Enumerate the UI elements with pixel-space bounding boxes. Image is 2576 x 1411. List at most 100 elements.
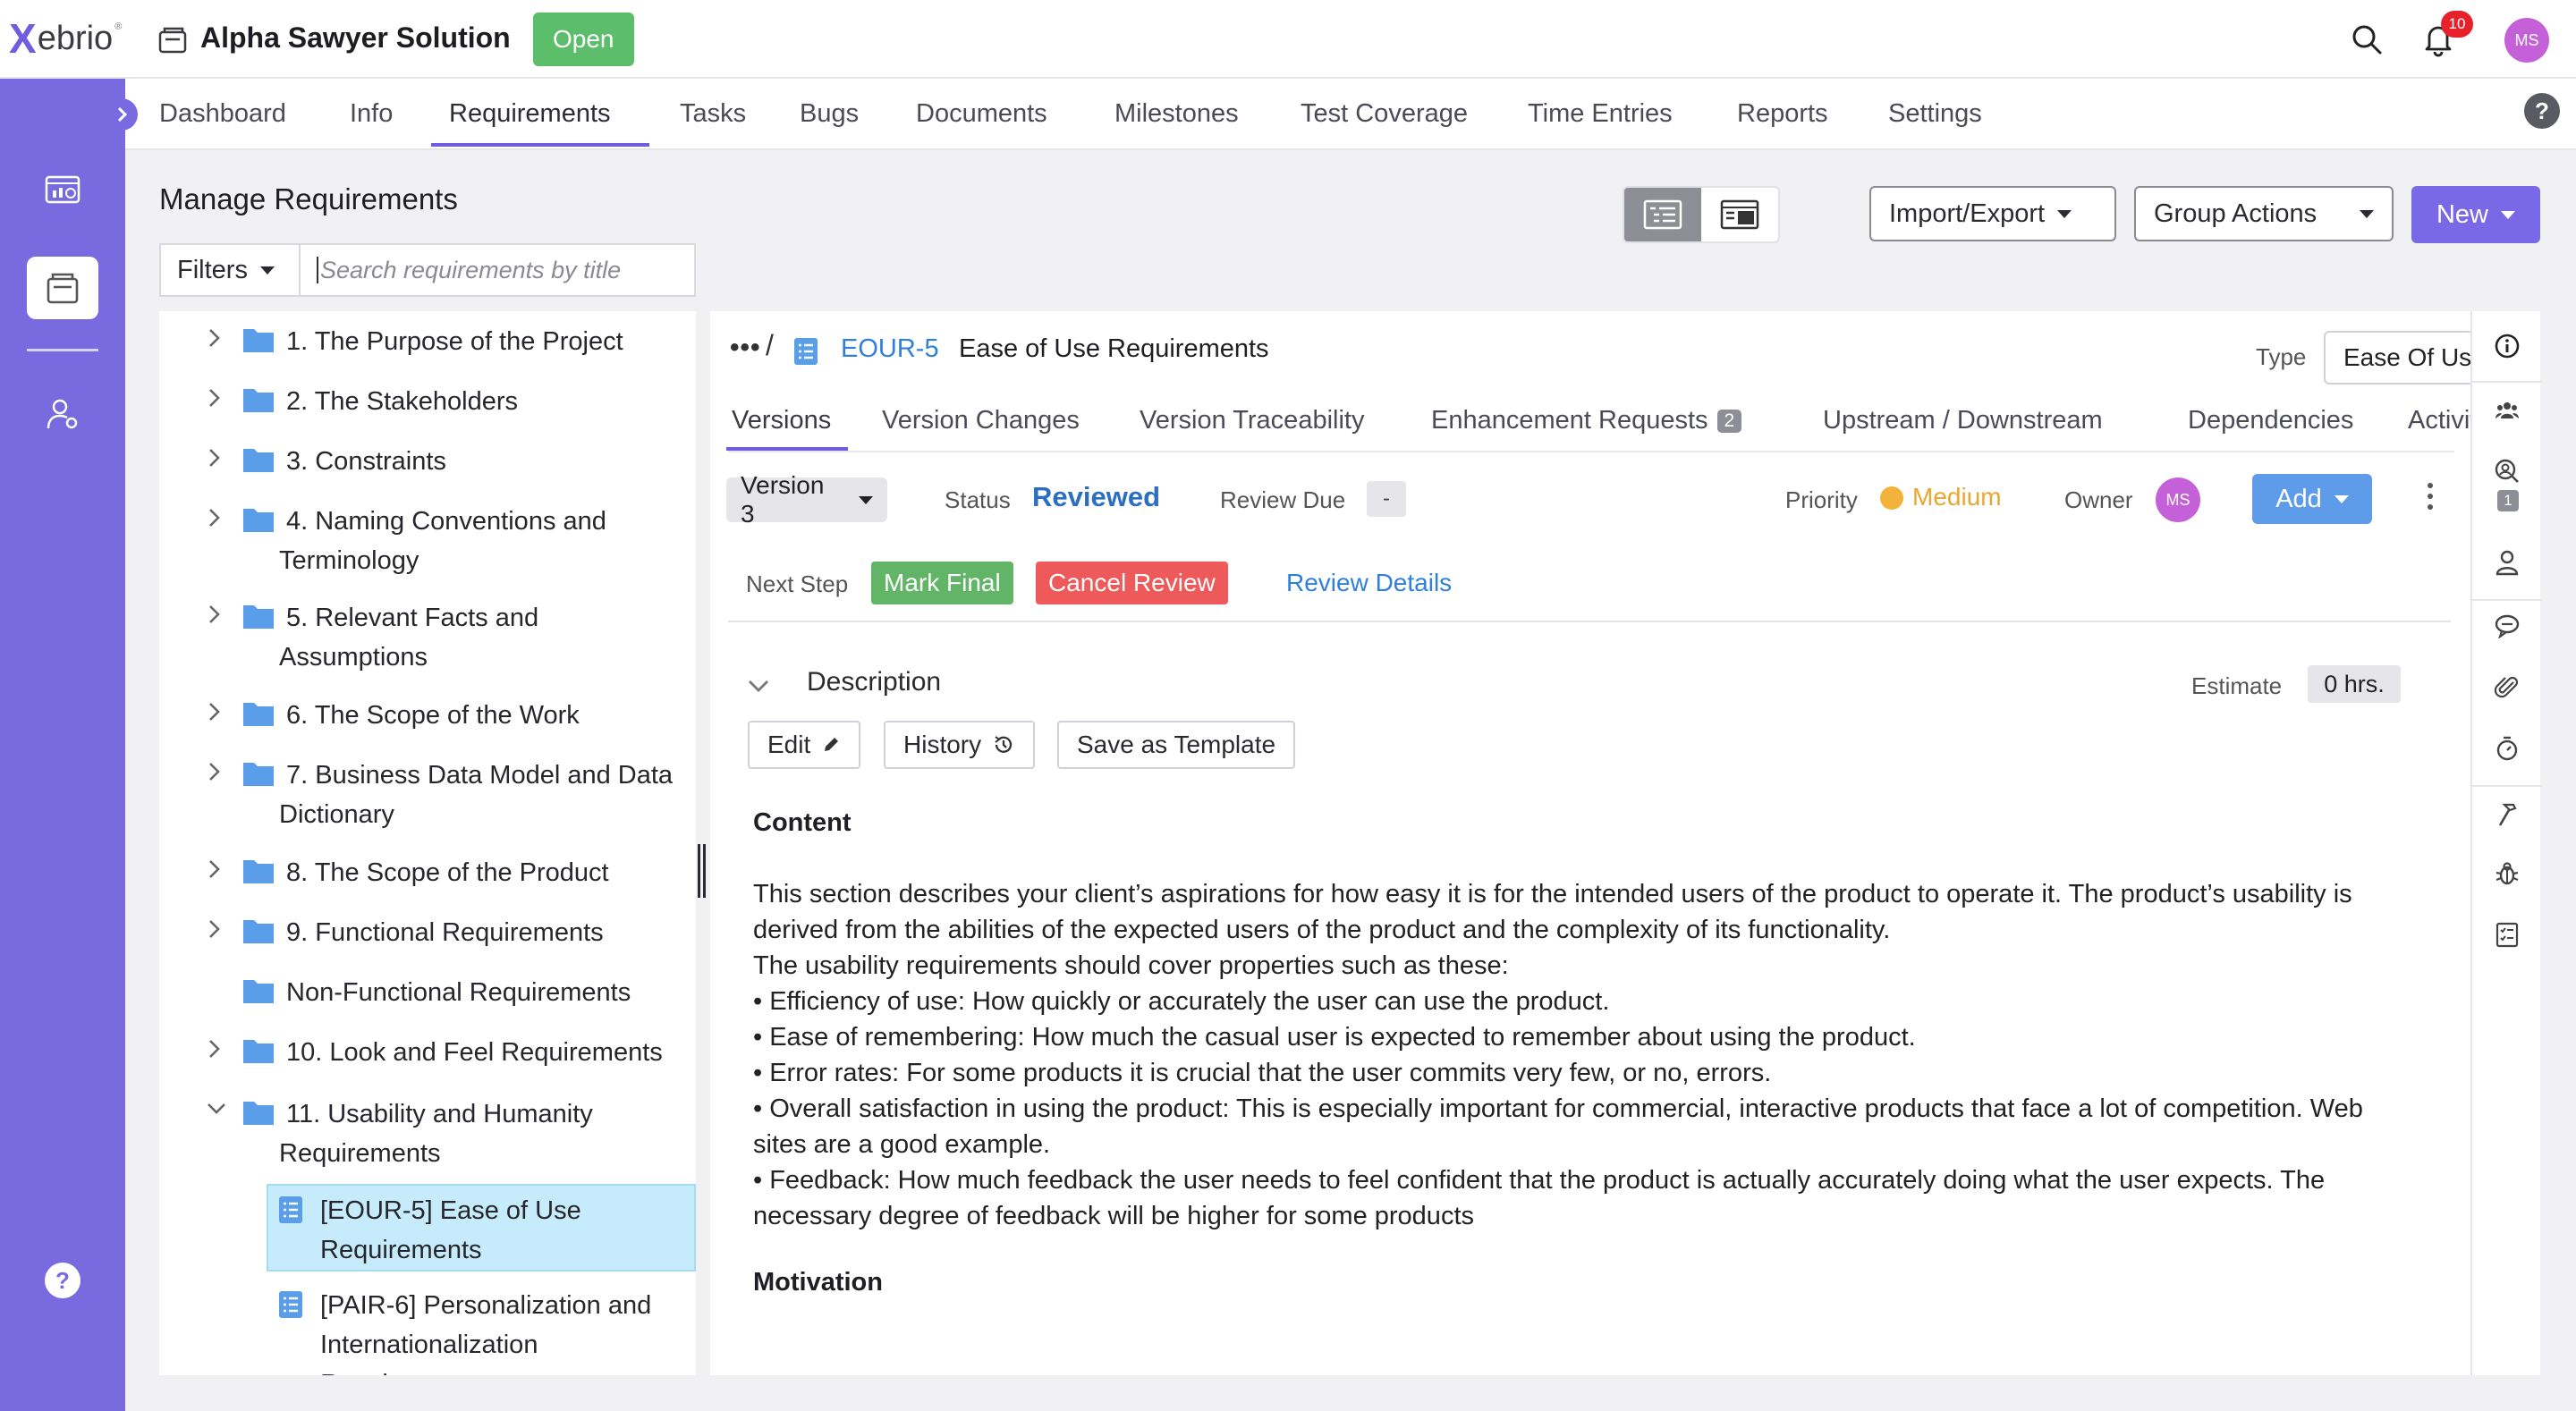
tab-enhancement-requests[interactable]: Enhancement Requests 2 (1431, 406, 1742, 435)
active-tab-indicator (431, 143, 649, 147)
tree-item[interactable]: 8. The Scope of the Product (159, 848, 696, 898)
history-button[interactable]: History (884, 721, 1036, 769)
tab-dashboard[interactable]: Dashboard (159, 79, 286, 148)
tree-item[interactable]: 4. Naming Conventions and Terminology (159, 496, 696, 584)
search-input[interactable]: Search requirements by title (299, 243, 696, 297)
project-status-badge[interactable]: Open (533, 13, 634, 66)
dashboard-icon (45, 175, 80, 204)
cancel-review-button[interactable]: Cancel Review (1036, 562, 1228, 604)
tree-item[interactable]: Non-Functional Requirements (159, 967, 696, 1018)
rail-users-item[interactable] (27, 383, 98, 445)
rail-projects-item[interactable] (27, 257, 98, 319)
tree-item[interactable]: 1. The Purpose of the Project (159, 317, 696, 367)
project-title: Alpha Sawyer Solution (200, 21, 511, 54)
tree-item-label: Terminology (279, 546, 419, 575)
chevron-right-icon (209, 920, 220, 938)
tree-view-button[interactable] (1624, 188, 1701, 241)
tab-upstream-downstream[interactable]: Upstream / Downstream (1823, 406, 2103, 435)
chevron-down-icon[interactable] (746, 678, 771, 694)
tree-item-label: 11. Usability and Humanity (286, 1100, 593, 1128)
folder-icon (243, 509, 274, 532)
tab-version-traceability[interactable]: Version Traceability (1140, 406, 1364, 435)
content-body: This section describes your client’s asp… (753, 876, 2381, 1234)
hammer-icon[interactable] (2472, 801, 2542, 828)
user-avatar[interactable]: MS (2504, 18, 2549, 63)
test-case-icon[interactable] (2472, 921, 2542, 948)
review-details-link[interactable]: Review Details (1286, 569, 1452, 597)
tree-item[interactable]: 7. Business Data Model and Data Dictiona… (159, 750, 696, 838)
version-value: Version 3 (741, 471, 825, 528)
history-icon (995, 736, 1013, 753)
tab-milestones[interactable]: Milestones (1114, 79, 1239, 148)
chevron-right-icon (209, 703, 220, 721)
tree-item[interactable]: 3. Constraints (159, 436, 696, 486)
tab-time-entries[interactable]: Time Entries (1528, 79, 1673, 148)
new-button[interactable]: New (2411, 186, 2540, 243)
timer-icon[interactable] (2472, 735, 2542, 762)
save-as-template-button[interactable]: Save as Template (1057, 721, 1296, 769)
reviewer-icon[interactable] (2472, 458, 2542, 485)
group-actions-button[interactable]: Group Actions (2134, 186, 2394, 241)
tree-item-expanded[interactable]: 11. Usability and Humanity Requirements (159, 1089, 696, 1177)
more-options-icon[interactable] (2428, 483, 2433, 510)
tab-tasks[interactable]: Tasks (680, 79, 746, 148)
tab-info[interactable]: Info (350, 79, 393, 148)
panel-resize-handle[interactable] (698, 844, 708, 898)
version-select[interactable]: Version 3 (726, 471, 887, 528)
tab-documents[interactable]: Documents (916, 79, 1047, 148)
split-view-button[interactable] (1701, 188, 1778, 241)
breadcrumb-more[interactable]: ••• (730, 333, 761, 363)
page-help-icon[interactable]: ? (2524, 93, 2560, 129)
tree-item-label: 7. Business Data Model and Data (286, 761, 674, 790)
comments-icon[interactable] (2472, 613, 2542, 638)
add-button[interactable]: Add (2252, 474, 2372, 524)
app-logo[interactable]: X ebrio ® (9, 15, 122, 62)
search-icon[interactable] (2351, 23, 2383, 55)
info-icon[interactable] (2472, 333, 2542, 359)
attachment-icon[interactable] (2472, 674, 2542, 701)
user-icon[interactable] (2472, 549, 2542, 576)
tab-dependencies[interactable]: Dependencies (2188, 406, 2353, 435)
content-bullet: • Feedback: How much feedback the user n… (753, 1166, 2326, 1230)
tree-item-label: 1. The Purpose of the Project (286, 327, 623, 356)
tree-item[interactable]: 10. Look and Feel Requirements (159, 1027, 696, 1077)
caret-down-icon (859, 495, 873, 504)
help-icon[interactable]: ? (45, 1263, 80, 1298)
folder-icon (243, 1102, 274, 1125)
import-export-label: Import/Export (1889, 199, 2046, 228)
tab-bugs[interactable]: Bugs (800, 79, 859, 148)
tab-test-coverage[interactable]: Test Coverage (1301, 79, 1468, 148)
folder-icon (243, 980, 274, 1003)
import-export-button[interactable]: Import/Export (1869, 186, 2116, 241)
tab-versions[interactable]: Versions (732, 406, 831, 435)
requirement-code[interactable]: EOUR-5 (841, 334, 939, 364)
rail-dashboard-item[interactable] (27, 159, 98, 222)
mark-final-button[interactable]: Mark Final (871, 562, 1013, 604)
tree-item-label: 3. Constraints (286, 447, 446, 476)
priority-value[interactable]: Medium (1912, 483, 2002, 511)
active-subtab-indicator (726, 447, 848, 451)
filters-dropdown[interactable]: Filters (159, 243, 299, 297)
tree-requirement-selected[interactable]: [EOUR-5] Ease of Use Requirements (267, 1184, 696, 1272)
rail-dashboard[interactable] (27, 79, 98, 141)
tab-requirements[interactable]: Requirements (449, 79, 611, 148)
top-header: X ebrio ® Alpha Sawyer Solution Open 10 … (0, 0, 2576, 79)
chevron-right-icon (117, 106, 128, 123)
tab-version-changes[interactable]: Version Changes (882, 406, 1080, 435)
tree-item[interactable]: 5. Relevant Facts and Assumptions (159, 593, 696, 680)
tab-reports[interactable]: Reports (1737, 79, 1828, 148)
tree-item[interactable]: 6. The Scope of the Work (159, 690, 696, 740)
tree-requirement[interactable]: [PAIR-6] Personalization and Internation… (267, 1280, 696, 1375)
tab-settings[interactable]: Settings (1888, 79, 1982, 148)
review-due-value[interactable]: - (1367, 481, 1406, 517)
rail-expand-toggle[interactable] (106, 98, 138, 131)
type-value: Ease Of Use (2343, 343, 2486, 371)
team-icon[interactable] (2472, 399, 2542, 422)
tree-item[interactable]: 9. Functional Requirements (159, 908, 696, 958)
tabs-divider (728, 451, 2454, 452)
tree-item[interactable]: 2. The Stakeholders (159, 376, 696, 427)
bug-icon[interactable] (2472, 860, 2542, 887)
estimate-value[interactable]: 0 hrs. (2308, 665, 2401, 703)
edit-button[interactable]: Edit (748, 721, 861, 769)
owner-avatar[interactable]: MS (2156, 477, 2200, 522)
